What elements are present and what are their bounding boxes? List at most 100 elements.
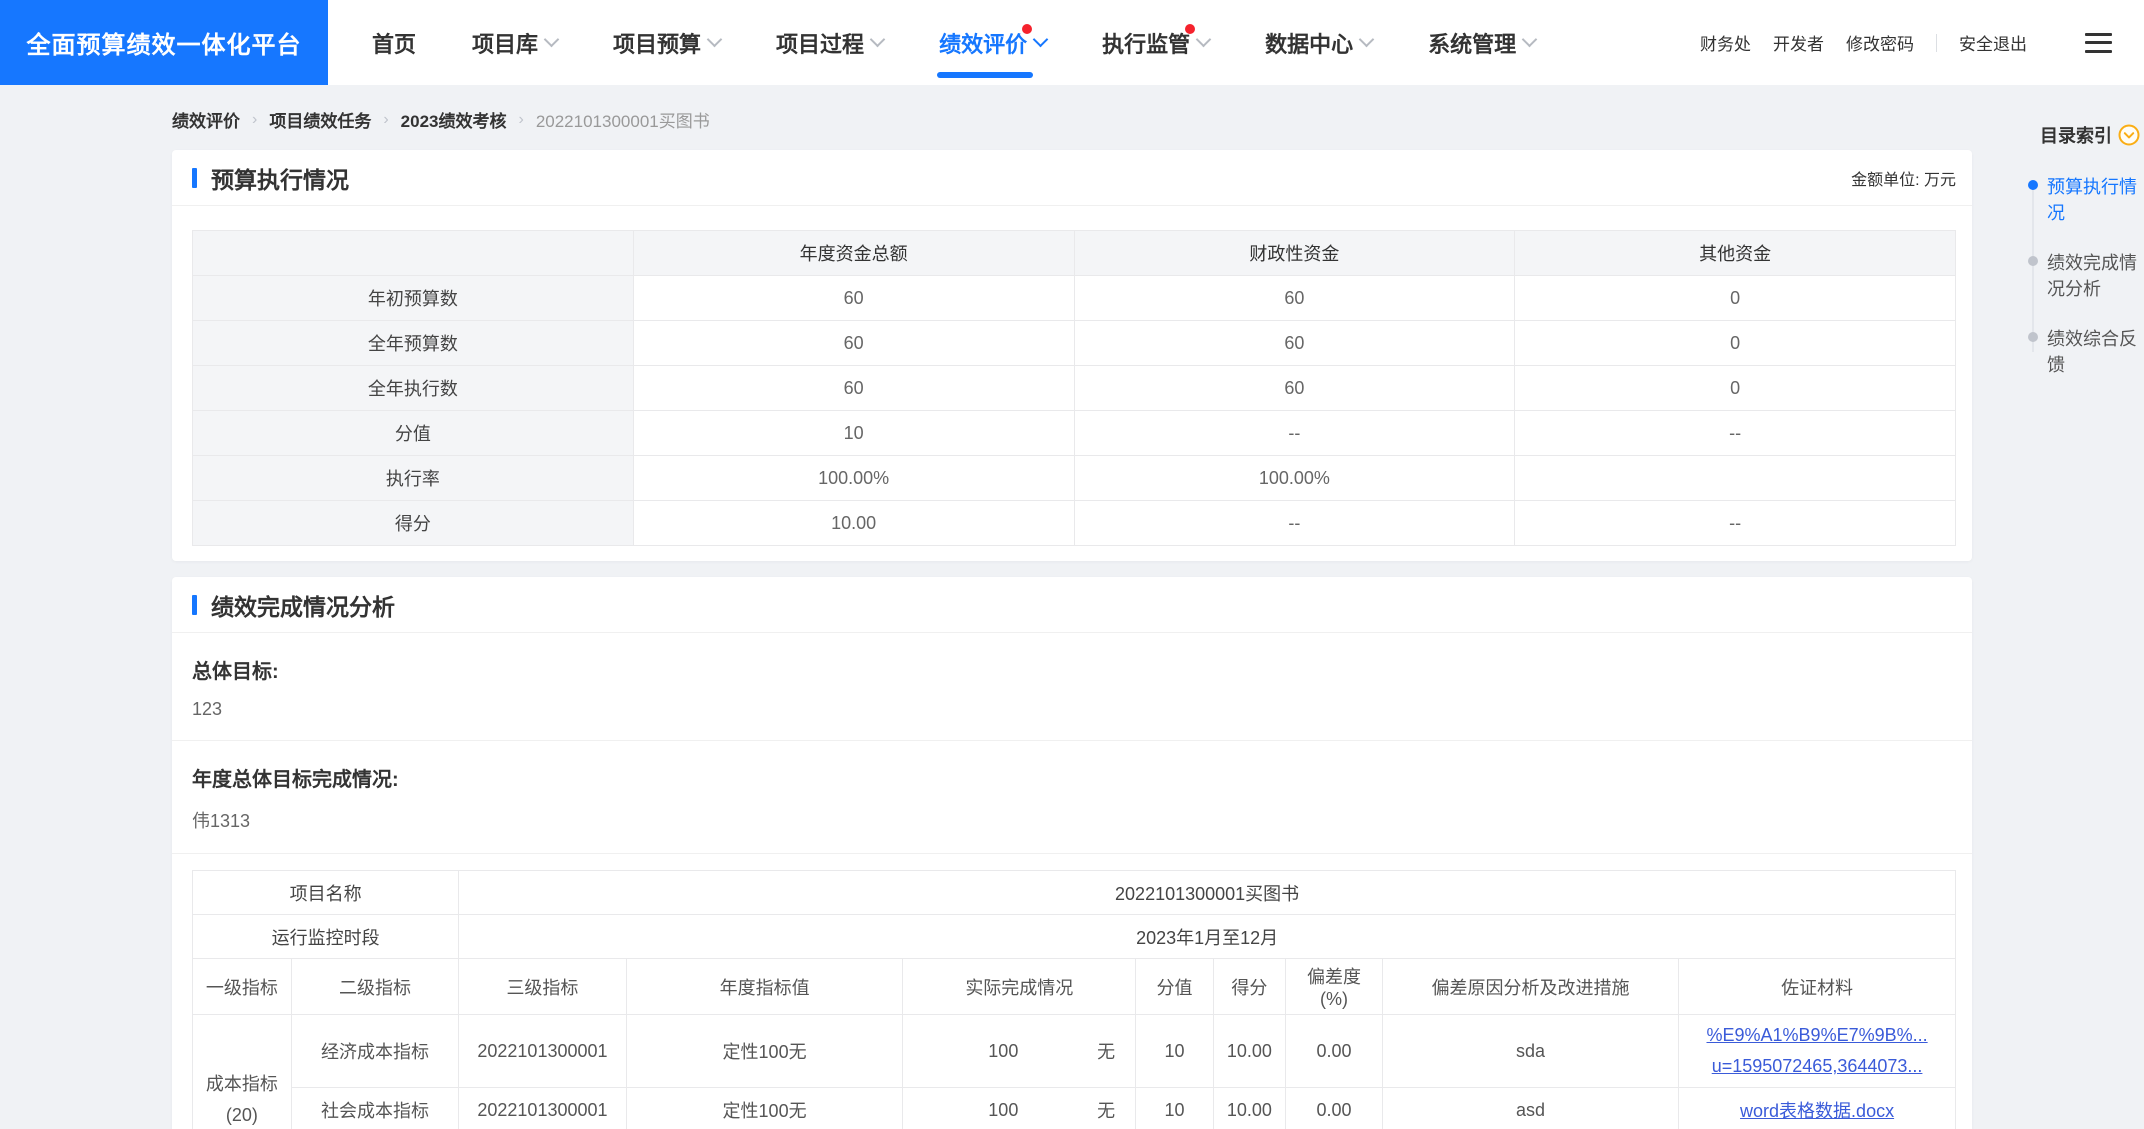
annual-target-cell: 定性100无 bbox=[626, 1015, 903, 1088]
table-cell: 100.00% bbox=[1074, 456, 1515, 501]
user-department[interactable]: 财务处 bbox=[1700, 30, 1751, 55]
indicator-table: 项目名称2022101300001买图书运行监控时段2023年1月至12月一级指… bbox=[192, 870, 1956, 1129]
collapse-circle-icon[interactable] bbox=[2118, 124, 2140, 146]
table-row: 执行率100.00%100.00% bbox=[193, 456, 1956, 501]
score-value-cell: 10 bbox=[1136, 1015, 1214, 1088]
table-row: 全年预算数60600 bbox=[193, 321, 1956, 366]
nav-item-execution-supervision[interactable]: 执行监管 bbox=[1102, 0, 1209, 85]
table-cell: 100.00% bbox=[633, 456, 1074, 501]
column-header: 三级指标 bbox=[459, 959, 626, 1015]
attachment-link[interactable]: %E9%A1%B9%E7%9B%... bbox=[1707, 1025, 1928, 1046]
table-row: 运行监控时段2023年1月至12月 bbox=[193, 915, 1956, 959]
nav-item-label: 首页 bbox=[372, 27, 416, 59]
nav-item-home[interactable]: 首页 bbox=[372, 0, 416, 85]
actual-completion-value: 100 bbox=[909, 1100, 1097, 1121]
toc-item-label: 绩效完成情况分析 bbox=[2047, 253, 2137, 299]
breadcrumb-item[interactable]: 项目绩效任务 bbox=[269, 107, 371, 132]
chevron-down-icon bbox=[1196, 32, 1212, 48]
toc-item-label: 预算执行情况 bbox=[2047, 177, 2137, 223]
nav-item-project-process[interactable]: 项目过程 bbox=[776, 0, 883, 85]
row-label: 分值 bbox=[193, 411, 634, 456]
annual-completion-value: 伟1313 bbox=[192, 807, 1952, 833]
logout-link[interactable]: 安全退出 bbox=[1959, 30, 2027, 55]
toc-dot-icon bbox=[2028, 256, 2038, 266]
nav-item-system-management[interactable]: 系统管理 bbox=[1428, 0, 1535, 85]
column-header: 佐证材料 bbox=[1679, 959, 1956, 1015]
table-cell: 60 bbox=[633, 276, 1074, 321]
row-label: 全年执行数 bbox=[193, 366, 634, 411]
toc-item-comprehensive-feedback[interactable]: 绩效综合反馈 bbox=[2028, 326, 2138, 378]
notification-badge bbox=[1185, 24, 1195, 34]
nav-item-label: 绩效评价 bbox=[939, 27, 1027, 59]
overall-goal-label: 总体目标: bbox=[192, 655, 1952, 684]
table-cell: 60 bbox=[1074, 366, 1515, 411]
catalog-index-title: 目录索引 bbox=[2040, 122, 2112, 148]
actual-completion-cell: 100无 bbox=[903, 1088, 1136, 1129]
annual-target-cell: 定性100无 bbox=[626, 1088, 903, 1129]
table-cell: 10.00 bbox=[633, 501, 1074, 546]
chevron-down-icon bbox=[1033, 32, 1049, 48]
nav-item-label: 数据中心 bbox=[1265, 27, 1353, 59]
breadcrumb-separator-icon: › bbox=[383, 111, 388, 129]
budget-table: 年度资金总额财政性资金其他资金 年初预算数60600全年预算数60600全年执行… bbox=[192, 230, 1956, 546]
column-header: 得分 bbox=[1213, 959, 1285, 1015]
table-cell: 60 bbox=[633, 366, 1074, 411]
row-label: 执行率 bbox=[193, 456, 634, 501]
column-header: 偏差原因分析及改进措施 bbox=[1382, 959, 1678, 1015]
table-cell: 60 bbox=[633, 321, 1074, 366]
notification-badge bbox=[1022, 24, 1032, 34]
main-content: 预算执行情况 金额单位: 万元 年度资金总额财政性资金其他资金 年初预算数606… bbox=[172, 150, 1972, 1129]
top-header: 全面预算绩效一体化平台 首页项目库项目预算项目过程绩效评价执行监管数据中心系统管… bbox=[0, 0, 2144, 85]
toc-dot-icon bbox=[2028, 332, 2038, 342]
table-cell: -- bbox=[1515, 411, 1956, 456]
breadcrumb: 绩效评价›项目绩效任务›2023绩效考核›2022101300001买图书 bbox=[0, 85, 2144, 150]
performance-analysis-card: 绩效完成情况分析 总体目标: 123 年度总体目标完成情况: 伟1313 项目名… bbox=[172, 577, 1972, 1129]
column-header: 实际完成情况 bbox=[903, 959, 1136, 1015]
table-row: 社会成本指标2022101300001定性100无100无1010.000.00… bbox=[193, 1088, 1956, 1129]
user-area: 财务处 开发者 修改密码 安全退出 bbox=[1678, 30, 2144, 55]
toc-item-budget-execution[interactable]: 预算执行情况 bbox=[2028, 174, 2138, 226]
toc-item-performance-analysis[interactable]: 绩效完成情况分析 bbox=[2028, 250, 2138, 302]
section-title-budget: 预算执行情况 bbox=[192, 161, 349, 195]
breadcrumb-separator-icon: › bbox=[252, 111, 257, 129]
attachment-link[interactable]: u=1595072465,3644073... bbox=[1712, 1056, 1923, 1077]
table-cell bbox=[1515, 456, 1956, 501]
breadcrumb-item[interactable]: 2023绩效考核 bbox=[401, 107, 507, 132]
column-header: 分值 bbox=[1136, 959, 1214, 1015]
table-cell: 60 bbox=[1074, 321, 1515, 366]
nav-item-label: 项目过程 bbox=[776, 27, 864, 59]
nav-item-label: 执行监管 bbox=[1102, 27, 1190, 59]
level2-indicator-cell: 社会成本指标 bbox=[291, 1088, 458, 1129]
column-header: 二级指标 bbox=[291, 959, 458, 1015]
nav-item-project-library[interactable]: 项目库 bbox=[472, 0, 557, 85]
hamburger-menu-icon[interactable] bbox=[2085, 33, 2112, 53]
change-password-link[interactable]: 修改密码 bbox=[1846, 30, 1914, 55]
toc-dot-icon bbox=[2028, 180, 2038, 190]
level2-indicator-cell: 经济成本指标 bbox=[291, 1015, 458, 1088]
table-cell: 0 bbox=[1515, 276, 1956, 321]
actual-completion-cell: 100无 bbox=[903, 1015, 1136, 1088]
table-cell: -- bbox=[1074, 501, 1515, 546]
project-name-value: 2022101300001买图书 bbox=[459, 871, 1956, 915]
user-role[interactable]: 开发者 bbox=[1773, 30, 1824, 55]
table-cell: -- bbox=[1074, 411, 1515, 456]
table-header-row: 一级指标二级指标三级指标年度指标值实际完成情况分值得分偏差度 (%)偏差原因分析… bbox=[193, 959, 1956, 1015]
nav-item-label: 系统管理 bbox=[1428, 27, 1516, 59]
score-cell: 10.00 bbox=[1213, 1088, 1285, 1129]
nav-item-label: 项目库 bbox=[472, 27, 538, 59]
chevron-down-icon bbox=[544, 32, 560, 48]
attachment-link[interactable]: word表格数据.docx bbox=[1740, 1097, 1894, 1123]
analysis-cell: asd bbox=[1382, 1088, 1678, 1129]
nav-item-label: 项目预算 bbox=[613, 27, 701, 59]
table-cell: -- bbox=[1515, 501, 1956, 546]
nav-item-data-center[interactable]: 数据中心 bbox=[1265, 0, 1372, 85]
breadcrumb-item[interactable]: 绩效评价 bbox=[172, 107, 240, 132]
breadcrumb-item: 2022101300001买图书 bbox=[536, 107, 710, 132]
amount-unit-label: 金额单位: 万元 bbox=[1851, 166, 1956, 190]
nav-item-performance-evaluation[interactable]: 绩效评价 bbox=[939, 0, 1046, 85]
actual-completion-text: 无 bbox=[1097, 1038, 1129, 1064]
overall-goal-value: 123 bbox=[192, 699, 1952, 720]
deviation-cell: 0.00 bbox=[1286, 1015, 1383, 1088]
monitor-period-value: 2023年1月至12月 bbox=[459, 915, 1956, 959]
nav-item-project-budget[interactable]: 项目预算 bbox=[613, 0, 720, 85]
